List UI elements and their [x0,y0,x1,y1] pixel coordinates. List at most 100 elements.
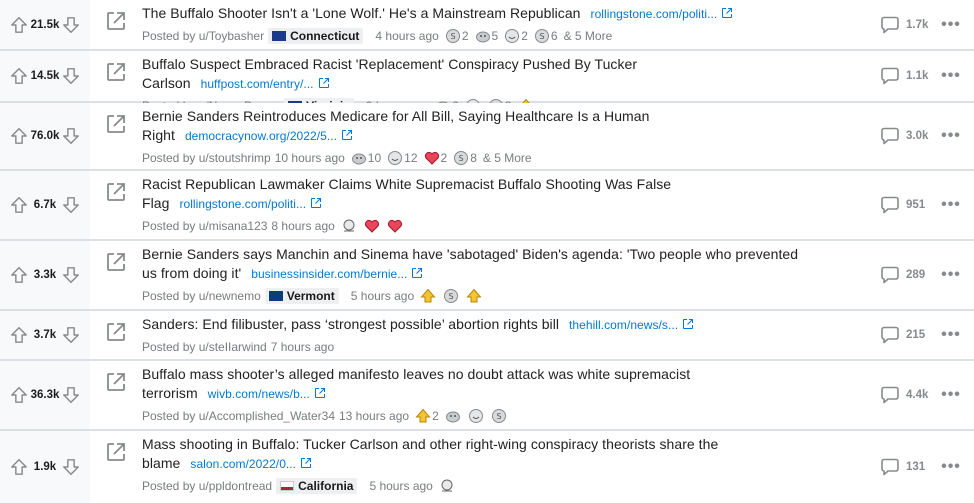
comments-button[interactable]: 1.1k [864,66,936,86]
post-row[interactable]: 3.7k Sanders: End filibuster, pass ‘stro… [0,311,974,359]
silver-award-icon[interactable]: S2 [445,28,469,44]
comment-count[interactable]: 4.4k [906,389,928,401]
post-row[interactable]: 21.5k The Buffalo Shooter Isn't a 'Lone … [0,0,974,49]
upvote-icon[interactable] [10,67,28,85]
post-time[interactable]: 13 hours ago [339,409,409,423]
awards-list[interactable] [433,478,456,494]
post-time[interactable]: 8 hours ago [271,219,334,233]
post-author[interactable]: Posted by u/Toybasher [142,29,264,43]
comment-count[interactable]: 1.1k [906,70,928,82]
post-domain-link[interactable]: huffpost.com/entry/... [201,77,330,91]
link-thumbnail[interactable] [90,0,142,49]
post-author[interactable]: Posted by u/ppldontread [142,479,272,493]
more-options-button[interactable]: ••• [936,458,966,476]
post-row[interactable]: 3.3k Bernie Sanders says Manchin and Sin… [0,241,974,309]
post-title[interactable]: The Buffalo Shooter Isn't a 'Lone Wolf.'… [142,4,802,24]
post-title-text[interactable]: Bernie Sanders says Manchin and Sinema h… [142,246,798,281]
post-domain-text[interactable]: businessinsider.com/bernie... [251,267,407,281]
post-domain-link[interactable]: businessinsider.com/bernie... [251,267,423,281]
downvote-icon[interactable] [62,386,80,404]
post-title[interactable]: Mass shooting in Buffalo: Tucker Carlson… [142,435,802,474]
post-row[interactable]: 6.7k Racist Republican Lawmaker Claims W… [0,171,974,239]
comments-button[interactable]: 289 [864,265,936,285]
post-author[interactable]: Posted by u/newnemo [142,289,261,303]
upvote-icon[interactable] [10,326,28,344]
more-options-button[interactable]: ••• [936,266,966,284]
wholesome-award-icon[interactable] [468,408,485,424]
post-title[interactable]: Buffalo mass shooter’s alleged manifesto… [142,365,802,404]
comments-button[interactable]: 4.4k [864,385,936,405]
awards-list[interactable] [335,218,404,234]
link-thumbnail[interactable] [90,361,142,429]
post-domain-link[interactable]: salon.com/2022/0... [190,457,312,471]
upvote-icon[interactable] [10,458,28,476]
more-options-button[interactable]: ••• [936,386,966,404]
post-domain-text[interactable]: huffpost.com/entry/... [201,77,314,91]
post-domain-link[interactable]: rollingstone.com/politi... [591,7,734,21]
post-author[interactable]: Posted by u/Accomplished_Water34 [142,409,335,423]
post-domain-text[interactable]: thehill.com/news/s... [569,318,678,332]
post-domain-text[interactable]: wivb.com/news/b... [208,387,310,401]
post-title[interactable]: Racist Republican Lawmaker Claims White … [142,175,802,214]
comment-count[interactable]: 289 [906,269,925,281]
upvote-icon[interactable] [10,16,28,34]
helpful-award-icon[interactable] [445,408,462,424]
downvote-icon[interactable] [62,16,80,34]
post-time[interactable]: 4 hours ago [375,29,438,43]
downvote-icon[interactable] [62,196,80,214]
post-author[interactable]: Posted by u/steIIarwind [142,340,267,354]
comments-button[interactable]: 215 [864,325,936,345]
downvote-icon[interactable] [62,67,80,85]
downvote-icon[interactable] [62,266,80,284]
gold-award-icon[interactable] [420,288,437,304]
post-domain-text[interactable]: democracynow.org/2022/5... [185,129,337,143]
downvote-icon[interactable] [62,326,80,344]
silver-award-icon[interactable]: S6 [534,28,558,44]
more-options-button[interactable]: ••• [936,127,966,145]
more-awards[interactable]: & 5 More [564,29,613,43]
more-options-button[interactable]: ••• [936,67,966,85]
heart-award-icon[interactable] [387,218,404,234]
post-domain-link[interactable]: democracynow.org/2022/5... [185,129,353,143]
heart-award-icon[interactable]: 2 [424,150,447,166]
post-author[interactable]: Posted by u/misana123 [142,219,267,233]
post-time[interactable]: 5 hours ago [369,479,432,493]
post-time[interactable]: 7 hours ago [271,340,334,354]
awards-list[interactable]: S [414,288,483,304]
post-title-text[interactable]: Sanders: End filibuster, pass ‘strongest… [142,316,559,332]
downvote-icon[interactable] [62,458,80,476]
more-awards[interactable]: & 5 More [483,151,532,165]
post-row[interactable]: 1.9k Mass shooting in Buffalo: Tucker Ca… [0,431,974,503]
post-author[interactable]: Posted by u/stoutshrimp [142,151,271,165]
link-thumbnail[interactable] [90,241,142,309]
post-domain-text[interactable]: rollingstone.com/politi... [179,197,306,211]
comment-count[interactable]: 1.7k [906,19,928,31]
awards-list[interactable]: 10 12 2 S 8 [345,150,477,166]
facepalm-award-icon[interactable] [341,218,358,234]
upvote-icon[interactable] [10,386,28,404]
link-thumbnail[interactable] [90,171,142,239]
comment-count[interactable]: 215 [906,329,925,341]
link-thumbnail[interactable] [90,51,142,101]
post-domain-link[interactable]: wivb.com/news/b... [208,387,326,401]
wholesome-award-icon[interactable]: 2 [504,28,528,44]
awards-list[interactable]: S252S6 [439,28,558,44]
gold-award-icon[interactable]: 2 [415,408,439,424]
post-title[interactable]: Bernie Sanders says Manchin and Sinema h… [142,245,802,284]
post-title[interactable]: Buffalo Suspect Embraced Racist 'Replace… [142,55,802,94]
awards-list[interactable]: 2S [409,408,508,424]
post-title[interactable]: Bernie Sanders Reintroduces Medicare for… [142,107,802,146]
more-options-button[interactable]: ••• [936,16,966,34]
post-domain-link[interactable]: thehill.com/news/s... [569,318,694,332]
facepalm-award-icon[interactable] [439,478,456,494]
comments-button[interactable]: 1.7k [864,15,936,35]
heart-award-icon[interactable] [364,218,381,234]
comments-button[interactable]: 131 [864,457,936,477]
comment-count[interactable]: 3.0k [906,130,928,142]
silver-award-icon[interactable]: S [443,288,460,304]
link-thumbnail[interactable] [90,311,142,359]
post-title[interactable]: Sanders: End filibuster, pass ‘strongest… [142,315,802,335]
upvote-icon[interactable] [10,196,28,214]
upvote-icon[interactable] [10,127,28,145]
post-row[interactable]: 36.3k Buffalo mass shooter’s alleged man… [0,361,974,429]
